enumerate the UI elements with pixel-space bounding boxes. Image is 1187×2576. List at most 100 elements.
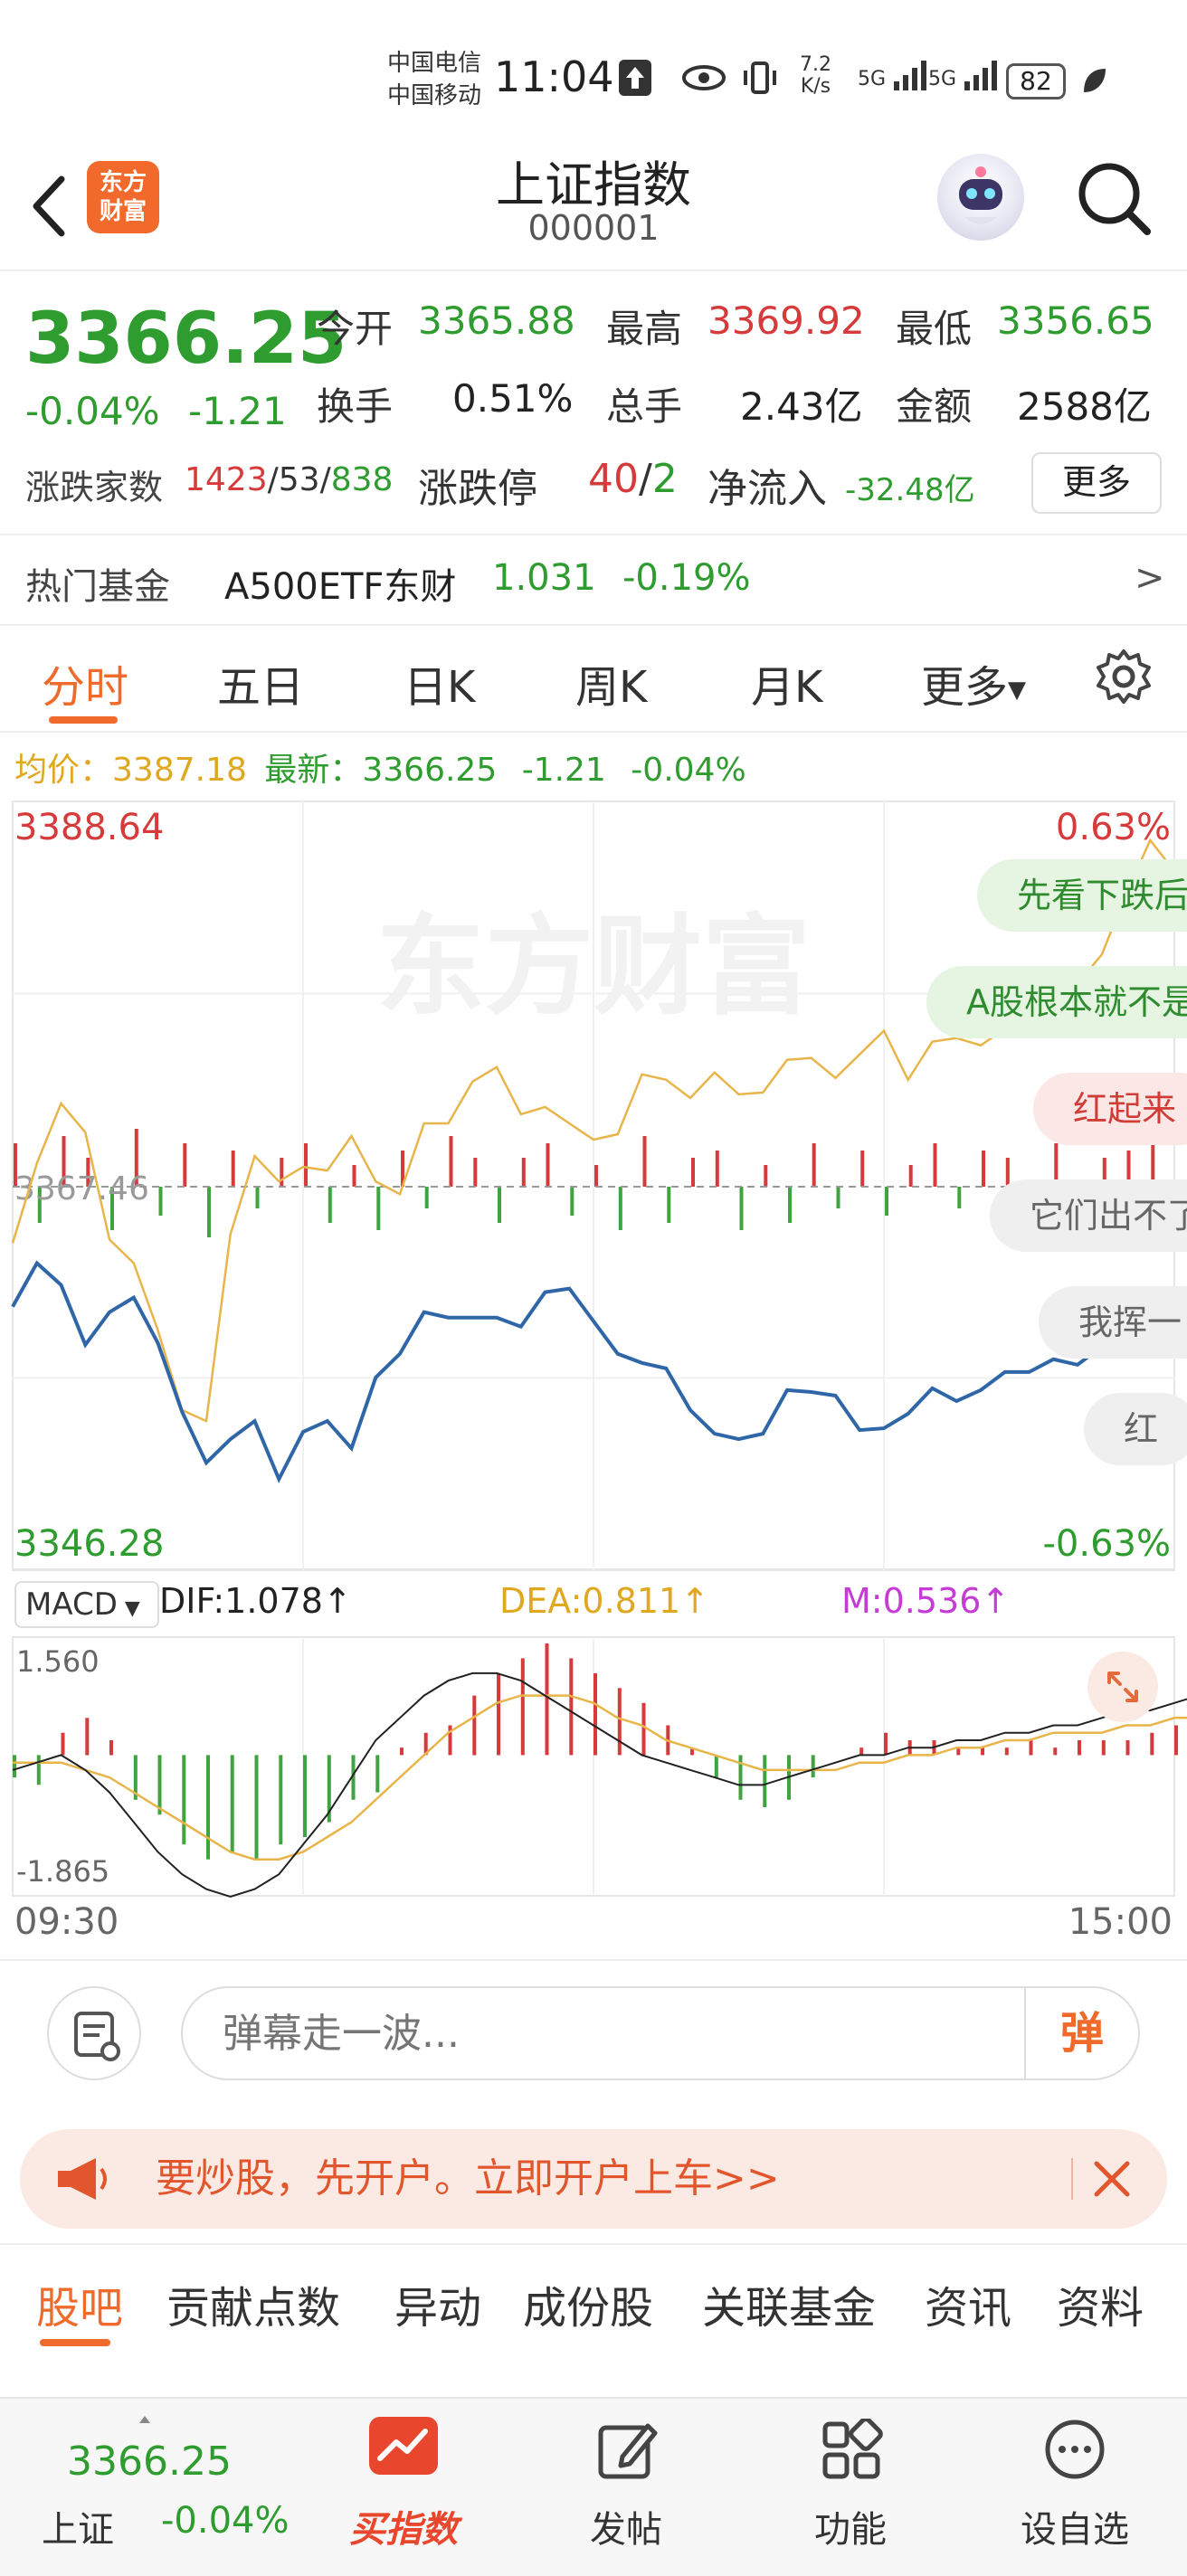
netflow-value: -32.48亿 xyxy=(845,472,975,508)
danmu-bubble[interactable]: 先看下跌后 xyxy=(977,859,1187,932)
leaf-icon xyxy=(1080,65,1107,99)
indicator-select[interactable]: MACD ▼ xyxy=(14,1581,159,1628)
macd-bar xyxy=(375,1755,380,1793)
prev-close-label: 3367.46 xyxy=(14,1170,149,1208)
intraday-chart[interactable]: 东方财富 3367.46 3388.64 0.63% 3346.28 -0.63… xyxy=(0,796,1187,1574)
open-label: 今开 xyxy=(317,307,394,351)
danmu-bubble[interactable]: 红 xyxy=(1084,1393,1187,1465)
notes-button[interactable] xyxy=(47,1986,141,2080)
volume-bar xyxy=(570,1187,575,1216)
macd-bar xyxy=(109,1740,113,1756)
tab-five-day[interactable]: 五日 xyxy=(217,651,304,715)
arrow-up-icon: ↑ xyxy=(680,1581,710,1621)
last-price: 3366.25 xyxy=(25,298,347,380)
tab-constituents[interactable]: 成份股 xyxy=(523,2272,653,2335)
danmu-send-button[interactable]: 弹 xyxy=(1024,1988,1138,2079)
macd-bar xyxy=(85,1718,90,1756)
promo-divider xyxy=(1071,2158,1073,2200)
danmu-bubble[interactable]: 它们出不了 xyxy=(990,1179,1187,1252)
tab-more[interactable]: 更多▼ xyxy=(921,651,1026,715)
open-value: 3365.88 xyxy=(418,298,575,343)
arrow-up-icon: ↑ xyxy=(322,1581,352,1621)
tab-weekly-k[interactable]: 周K xyxy=(575,651,647,715)
bottom-nav: 3366.25 上证 -0.04% 买指数 发帖 功能 设自选 xyxy=(0,2397,1187,2576)
tab-intraday[interactable]: 分时 xyxy=(42,651,128,715)
tab-related-funds[interactable]: 关联基金 xyxy=(702,2272,876,2335)
tab-profile[interactable]: 资料 xyxy=(1057,2272,1144,2335)
period-tabs: 分时 五日 日K 周K 月K 更多▼ xyxy=(0,624,1187,733)
dropdown-triangle-icon: ▼ xyxy=(1008,677,1027,704)
tab-more-label: 更多 xyxy=(921,662,1009,713)
tab-daily-k[interactable]: 日K xyxy=(404,651,475,715)
macd-bar xyxy=(400,1747,404,1756)
megaphone-icon xyxy=(52,2155,110,2207)
macd-bar xyxy=(206,1755,210,1860)
danmu-bubble[interactable]: 红起来 xyxy=(1033,1073,1187,1145)
volume-bar xyxy=(255,1187,260,1208)
promo-banner[interactable]: 要炒股，先开户。立即开户上车>> xyxy=(20,2129,1167,2229)
tab-news[interactable]: 资讯 xyxy=(925,2272,1011,2335)
net-speed: 7.2 K/s xyxy=(800,54,831,98)
more-button[interactable]: 更多 xyxy=(1031,452,1162,514)
macd-bar xyxy=(61,1732,65,1756)
robot-assistant-icon[interactable] xyxy=(937,154,1024,241)
section-tabs: 股吧 贡献点数 异动 成份股 关联基金 资讯 资料 xyxy=(0,2243,1187,2352)
nav-add-watchlist[interactable]: 设自选 xyxy=(984,2399,1165,2576)
signal-1: 5G xyxy=(858,60,928,90)
gear-icon[interactable] xyxy=(1095,648,1153,706)
macd-bar xyxy=(859,1747,864,1756)
macd-chart[interactable]: 1.560 -1.865 xyxy=(0,1635,1187,1898)
macd-bar xyxy=(303,1755,307,1837)
latest-chg: -1.21 xyxy=(521,752,606,789)
signal-bars-icon xyxy=(894,61,927,90)
limit-counts: 40/2 xyxy=(588,456,678,502)
tab-monthly-k[interactable]: 月K xyxy=(751,651,822,715)
nav-index-name: 上证 xyxy=(42,2509,114,2551)
nav-watchlist-label: 设自选 xyxy=(1021,2509,1129,2551)
signal-2-label: 5G xyxy=(928,68,957,90)
volume-bar xyxy=(546,1143,550,1187)
change-amount: -1.21 xyxy=(188,389,287,433)
close-icon[interactable] xyxy=(1091,2158,1133,2200)
avg-value: 3387.18 xyxy=(112,752,247,789)
nav-index-pct: -0.04% xyxy=(161,2500,290,2542)
macd-bar xyxy=(884,1732,888,1756)
danmu-bubble[interactable]: 我挥一 xyxy=(1039,1286,1187,1359)
notes-settings-icon xyxy=(74,2012,120,2061)
tab-movement[interactable]: 异动 xyxy=(394,2272,481,2335)
signal-1-label: 5G xyxy=(858,68,887,90)
time-end-label: 15:00 xyxy=(1068,1901,1173,1943)
macd-bar xyxy=(13,1755,16,1778)
volume-bar xyxy=(860,1151,865,1187)
eye-icon xyxy=(680,62,727,98)
tab-guba[interactable]: 股吧 xyxy=(36,2272,123,2335)
nav-functions[interactable]: 功能 xyxy=(760,2399,941,2576)
volume-bar xyxy=(449,1136,453,1187)
nav-buy-index[interactable]: 买指数 xyxy=(313,2399,494,2576)
clock: 11:04 xyxy=(494,52,614,101)
amount-value: 2588亿 xyxy=(1017,384,1152,429)
danmu-input[interactable] xyxy=(181,1986,1140,2080)
expand-icon[interactable] xyxy=(1087,1652,1158,1722)
nav-post[interactable]: 发帖 xyxy=(536,2399,717,2576)
search-icon[interactable] xyxy=(1073,157,1154,239)
macd-bar xyxy=(1004,1747,1009,1756)
danmu-bubble[interactable]: A股根本就不是 xyxy=(926,966,1187,1038)
macd-top-label: 1.560 xyxy=(16,1644,100,1679)
macd-bar xyxy=(763,1755,767,1807)
signal-bars-icon xyxy=(964,61,998,90)
quote-panel: 3366.25 -0.04% -1.21 今开 3365.88 最高 3369.… xyxy=(0,271,1187,624)
limit-up-count: 40 xyxy=(588,456,639,502)
limit-down-count: 2 xyxy=(651,456,678,502)
promo-text: 要炒股，先开户。立即开户上车>> xyxy=(156,2155,780,2202)
indicator-select-label: MACD xyxy=(25,1586,118,1623)
nav-index-quote[interactable]: 3366.25 上证 -0.04% xyxy=(27,2399,290,2576)
low-label: 最低 xyxy=(896,307,973,351)
hot-fund-row[interactable]: 热门基金 A500ETF东财 1.031 -0.19% > xyxy=(0,534,1187,624)
nav-index-value: 3366.25 xyxy=(67,2439,232,2485)
tab-contribution[interactable]: 贡献点数 xyxy=(166,2272,340,2335)
macd-bar xyxy=(254,1755,259,1860)
y-max-label: 3388.64 xyxy=(14,807,165,848)
volume-bar xyxy=(376,1187,381,1230)
carrier-1: 中国电信 xyxy=(387,50,482,77)
